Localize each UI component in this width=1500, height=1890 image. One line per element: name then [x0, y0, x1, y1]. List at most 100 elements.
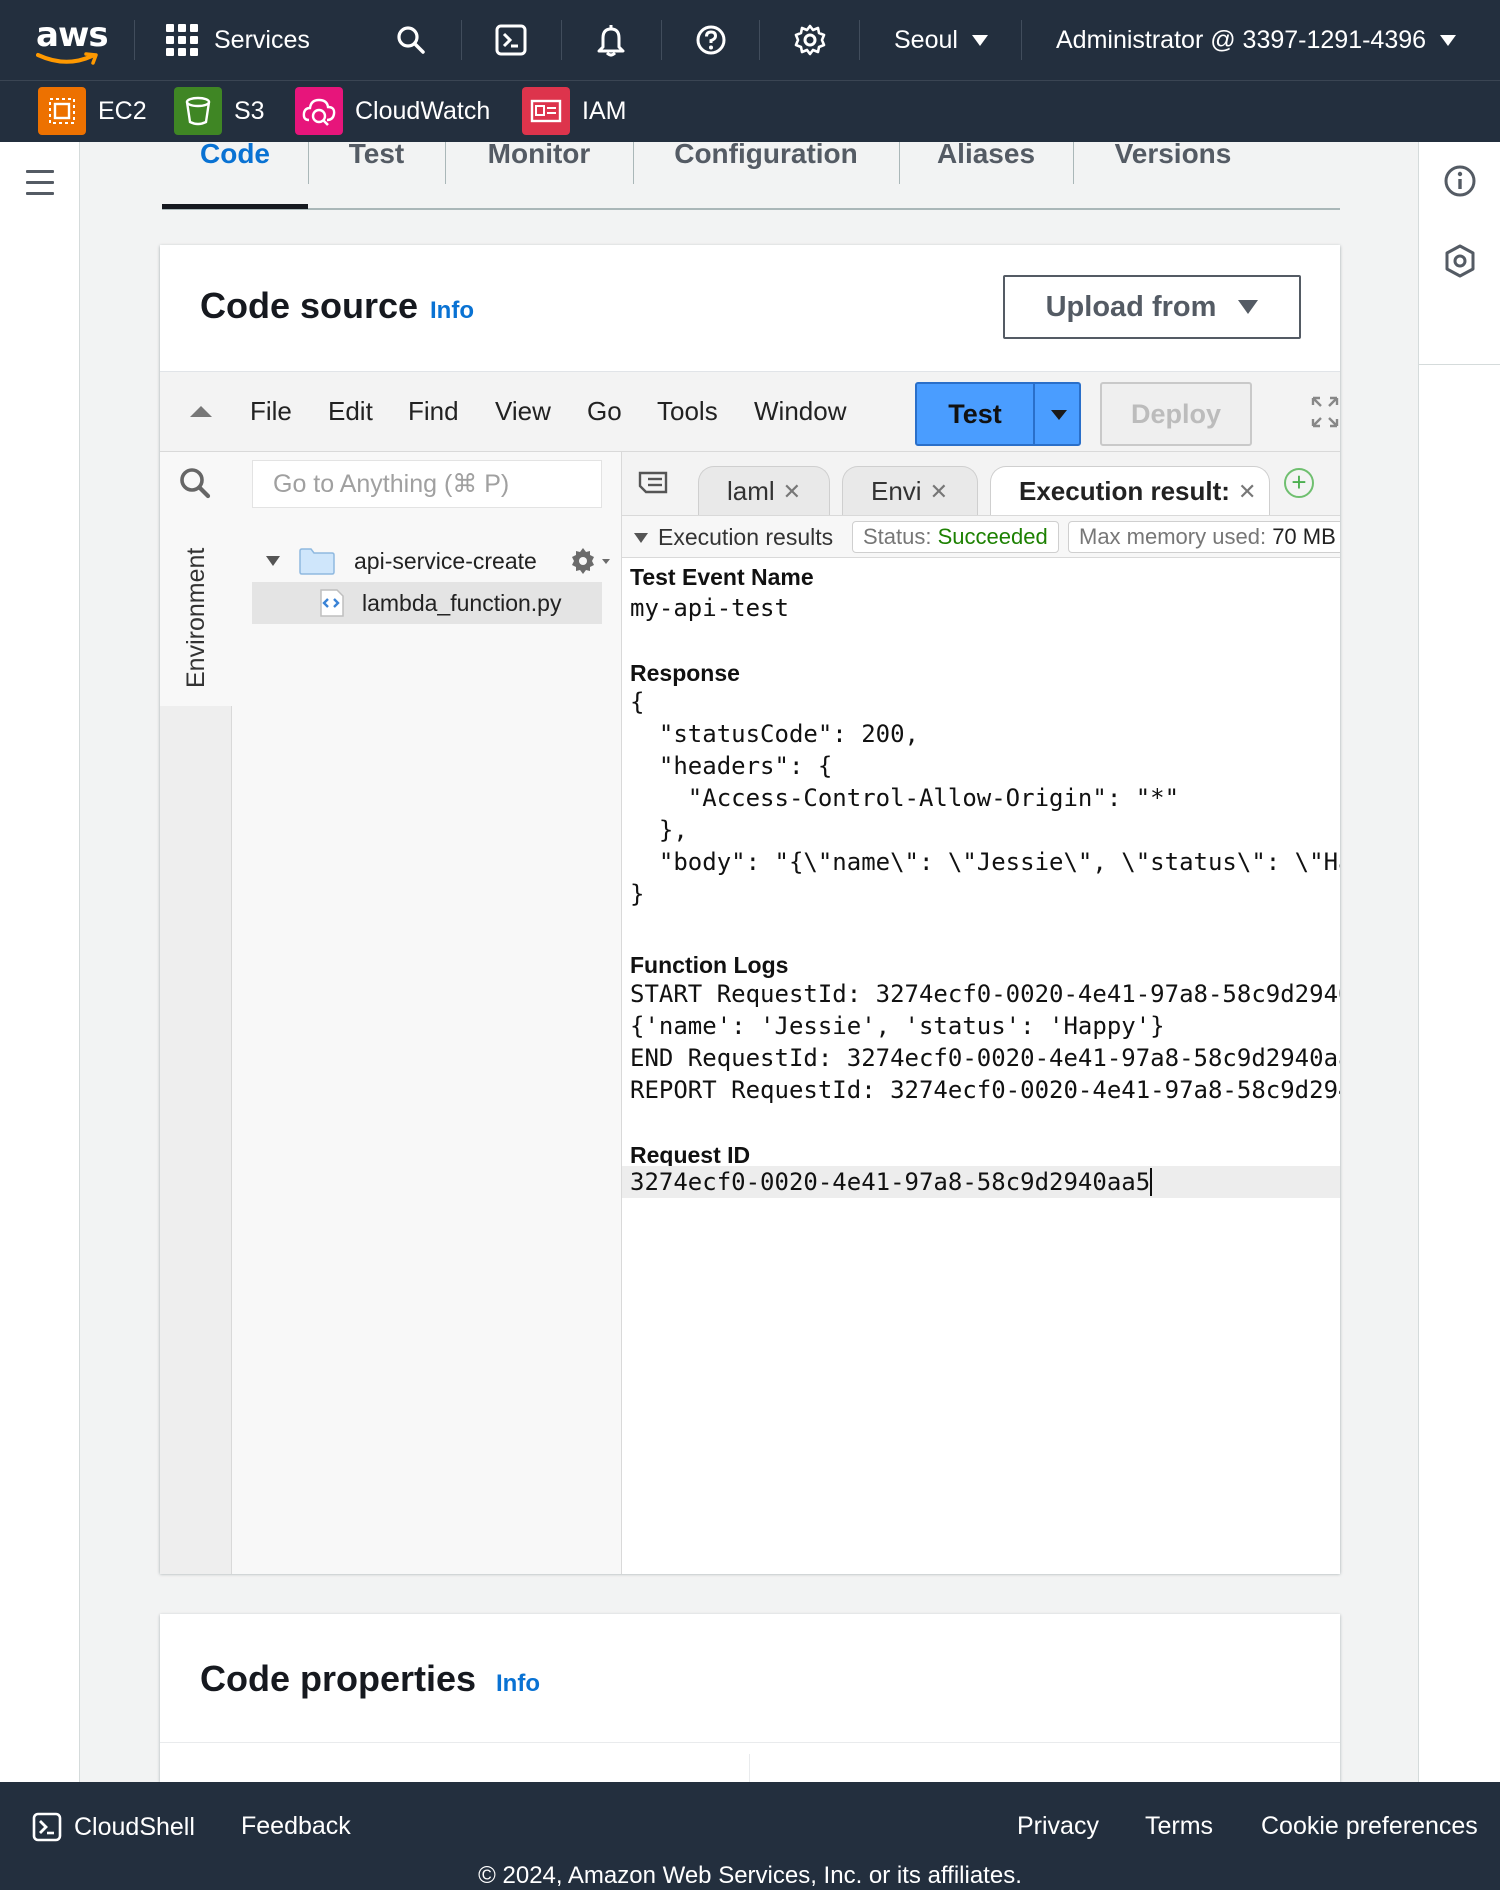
- nav-divider: [461, 20, 462, 60]
- request-id-value[interactable]: 3274ecf0-0020-4e41-97a8-58c9d2940aa5: [630, 1166, 1150, 1198]
- upload-from-button[interactable]: Upload from: [1003, 275, 1301, 339]
- account-label: Administrator @ 3397-1291-4396: [1056, 25, 1427, 54]
- tree-file-row[interactable]: lambda_function.py: [252, 582, 602, 624]
- favorite-cloudwatch[interactable]: CloudWatch: [295, 87, 490, 135]
- execution-results-output: Test Event Name my-api-test Response { "…: [622, 558, 1340, 1574]
- menu-go[interactable]: Go: [587, 396, 622, 427]
- tab-list-icon[interactable]: [638, 470, 670, 500]
- cloudwatch-icon: [295, 87, 343, 135]
- status-badge: Status: Succeeded: [852, 521, 1059, 553]
- footer-terms-link[interactable]: Terms: [1145, 1812, 1213, 1841]
- code-source-panel: Code source Info Upload from File Edit F…: [160, 245, 1340, 1574]
- response-heading: Response: [630, 660, 740, 686]
- tab-monitor[interactable]: Monitor: [445, 140, 633, 182]
- menu-hamburger-icon[interactable]: [26, 170, 54, 203]
- services-label: Services: [214, 25, 310, 54]
- environment-label: Environment: [182, 547, 210, 688]
- editor-tab-lambda[interactable]: laml ✕: [698, 466, 830, 515]
- s3-icon: [174, 87, 222, 135]
- environment-strip: Environment: [160, 518, 232, 1574]
- menu-edit[interactable]: Edit: [328, 396, 373, 427]
- test-event-heading: Test Event Name: [630, 564, 814, 590]
- tab-aliases[interactable]: Aliases: [899, 140, 1073, 182]
- account-menu[interactable]: Administrator @ 3397-1291-4396: [1056, 20, 1457, 60]
- collapse-up-icon[interactable]: [190, 406, 212, 417]
- code-source-info-link[interactable]: Info: [430, 297, 474, 325]
- go-to-anything-input[interactable]: [252, 460, 602, 508]
- tab-code[interactable]: Code: [162, 140, 308, 182]
- collapse-triangle-icon: [634, 532, 648, 543]
- menu-window[interactable]: Window: [754, 396, 846, 427]
- folder-icon: [299, 548, 335, 575]
- log-line: REPORT RequestId: 3274ecf0-0020-4e41-97a…: [630, 1076, 1340, 1104]
- folder-settings-gear-icon[interactable]: [569, 546, 613, 576]
- editor-tab-bar: laml ✕ Envi ✕ Execution result: ✕ +: [622, 452, 1340, 516]
- region-selector[interactable]: Seoul: [894, 20, 988, 60]
- editor-pane: laml ✕ Envi ✕ Execution result: ✕ + Executi…: [622, 452, 1340, 1574]
- menu-view[interactable]: View: [495, 396, 551, 427]
- log-line: END RequestId: 3274ecf0-0020-4e41-97a8-5…: [630, 1044, 1340, 1072]
- footer-cloudshell[interactable]: CloudShell: [32, 1812, 195, 1842]
- services-menu[interactable]: Services: [166, 20, 310, 60]
- log-line: {'name': 'Jessie', 'status': 'Happy'}: [630, 1012, 1165, 1040]
- response-line: },: [630, 816, 688, 844]
- response-line: {: [630, 688, 645, 716]
- console-footer: CloudShell Feedback Privacy Terms Cookie…: [0, 1782, 1500, 1890]
- expand-triangle-icon: [266, 556, 280, 566]
- aws-logo[interactable]: aws: [36, 18, 109, 65]
- execution-results-toggle[interactable]: Execution results: [634, 524, 833, 551]
- deploy-button[interactable]: Deploy: [1100, 382, 1252, 446]
- memory-value: 70 MB: [1272, 524, 1336, 549]
- nav-divider: [661, 20, 662, 60]
- menu-find[interactable]: Find: [408, 396, 459, 427]
- editor-tab-environment[interactable]: Envi ✕: [842, 466, 978, 515]
- favorite-iam[interactable]: IAM: [522, 87, 626, 135]
- editor-tab-execution-results[interactable]: Execution result: ✕: [990, 466, 1270, 515]
- menu-file[interactable]: File: [250, 396, 292, 427]
- right-side-rail: [1418, 142, 1500, 1782]
- tab-versions[interactable]: Versions: [1073, 140, 1273, 182]
- favorites-bar: EC2 S3 CloudWatch IAM: [0, 80, 1500, 142]
- favorite-ec2[interactable]: EC2: [38, 87, 147, 135]
- nav-divider: [134, 20, 135, 60]
- split-divider: [1033, 384, 1035, 444]
- code-editor-ide: File Edit Find View Go Tools Window Test…: [160, 371, 1340, 1574]
- cloudshell-icon[interactable]: [491, 20, 531, 60]
- request-id-heading: Request ID: [630, 1142, 751, 1168]
- notifications-bell-icon[interactable]: [591, 20, 631, 60]
- info-circle-icon[interactable]: [1441, 162, 1479, 200]
- test-dropdown-caret-icon[interactable]: [1051, 410, 1067, 420]
- rail-divider: [1419, 364, 1500, 365]
- close-icon[interactable]: ✕: [930, 479, 948, 505]
- status-key: Status:: [863, 524, 932, 549]
- nav-divider: [561, 20, 562, 60]
- footer-privacy-link[interactable]: Privacy: [1017, 1812, 1099, 1841]
- search-icon[interactable]: [391, 20, 431, 60]
- footer-feedback-link[interactable]: Feedback: [241, 1812, 351, 1841]
- footer-cookie-preferences-link[interactable]: Cookie preferences: [1261, 1812, 1478, 1841]
- close-icon[interactable]: ✕: [1238, 479, 1256, 505]
- file-name: lambda_function.py: [362, 589, 562, 616]
- caret-down-icon: [971, 34, 988, 46]
- execution-results-title: Execution results: [658, 524, 834, 550]
- ide-menu-bar: File Edit Find View Go Tools Window Test…: [160, 372, 1340, 452]
- fullscreen-icon[interactable]: [1310, 394, 1340, 434]
- favorite-s3[interactable]: S3: [174, 87, 265, 135]
- aws-smile-icon: [36, 52, 98, 65]
- tree-folder-row[interactable]: api-service-create: [266, 540, 613, 582]
- help-icon[interactable]: [691, 20, 731, 60]
- add-tab-plus-icon[interactable]: +: [1284, 468, 1314, 498]
- cloudshell-label: CloudShell: [74, 1812, 195, 1841]
- close-icon[interactable]: ✕: [783, 479, 801, 505]
- settings-gear-icon[interactable]: [790, 20, 830, 60]
- file-tree-pane: Environment api-service-create lambda_fu…: [160, 452, 622, 1574]
- code-properties-info-link[interactable]: Info: [496, 1670, 540, 1698]
- search-icon[interactable]: [178, 466, 218, 506]
- menu-tools[interactable]: Tools: [657, 396, 718, 427]
- memory-key: Max memory used:: [1079, 524, 1267, 549]
- top-navigation: aws Services Seoul Administrator @ 3397-…: [0, 0, 1500, 80]
- test-button[interactable]: Test: [917, 384, 1033, 444]
- tab-configuration[interactable]: Configuration: [633, 140, 899, 182]
- resource-hexagon-icon[interactable]: [1441, 242, 1479, 280]
- tab-test[interactable]: Test: [308, 140, 445, 182]
